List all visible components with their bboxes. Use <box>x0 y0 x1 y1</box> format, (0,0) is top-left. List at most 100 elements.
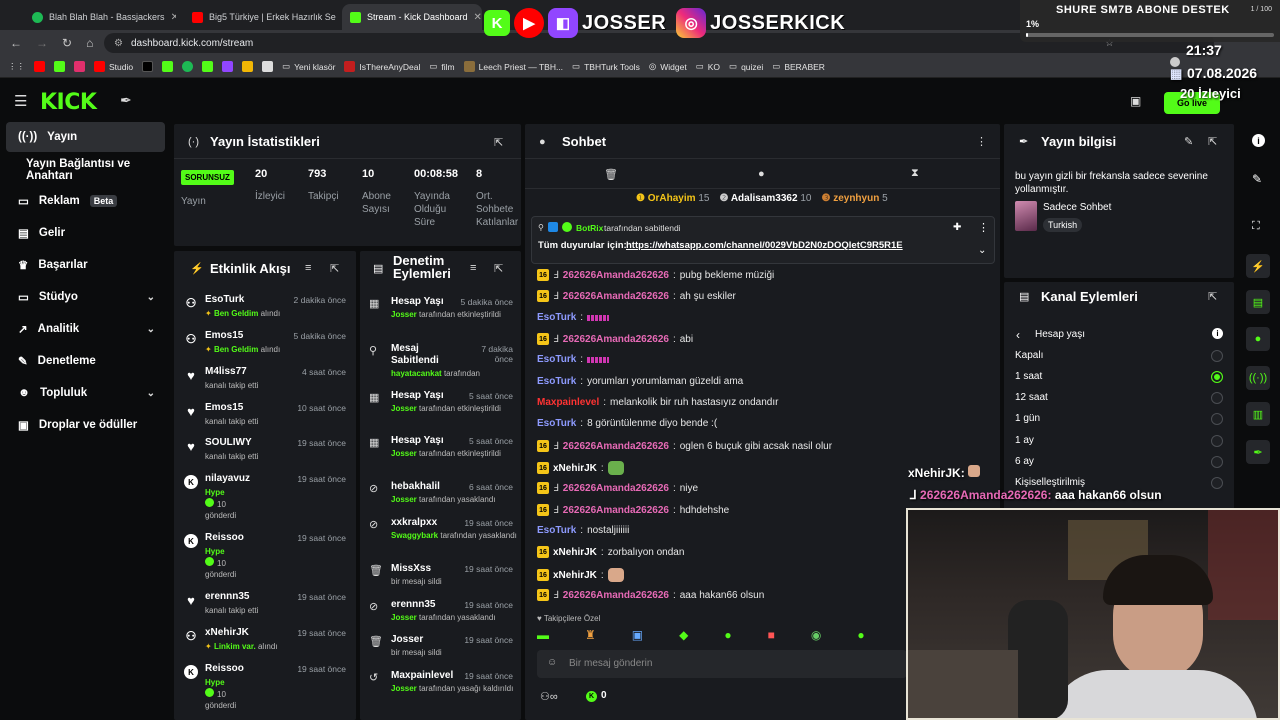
mod-row[interactable]: ⊘ erennn35 19 saat önce Josser tarafından y… <box>365 599 519 639</box>
emote-icon[interactable]: ● <box>724 628 731 644</box>
youtube-icon[interactable] <box>34 61 45 72</box>
sidebar-item-stream-key[interactable]: Yayın Bağlantısı ve Anahtarı <box>6 155 165 185</box>
mod-actor[interactable]: Swaggybark <box>391 531 438 540</box>
top-gifter[interactable]: ❶ OrAhayim 15 <box>636 193 709 204</box>
feed-username[interactable]: Reissoo <box>205 663 244 674</box>
mod-row[interactable]: 🗑 MissXss 19 saat önce bir mesajı sildi <box>365 563 519 603</box>
chat-message[interactable]: EsoTurk:8 görüntülenme diyo bende :( <box>537 418 717 429</box>
mod-target[interactable]: xxkralpxx <box>391 517 437 529</box>
chat-username[interactable]: 262626Amanda262626 <box>563 270 669 281</box>
sidebar-item-analitik[interactable]: ↗ Analitik ⌄ <box>6 314 165 344</box>
bookmark-beraber[interactable]: ▭ BERABER <box>772 61 825 72</box>
camera-icon[interactable]: ▣ <box>1130 94 1141 108</box>
rail-lightning-button[interactable]: ⚡ <box>1246 254 1270 278</box>
radio-button[interactable] <box>1211 350 1223 362</box>
feed-row[interactable]: ⚇ Emos15 5 dakika önce ✦ Ben Geldim alındı <box>180 330 352 364</box>
emote-icon[interactable]: ■ <box>768 628 775 644</box>
mod-actor[interactable]: Josser <box>391 495 417 504</box>
mod-row[interactable]: ⊘ hebakhalil 6 saat önce Josser tarafından … <box>365 481 519 521</box>
filter-icon[interactable]: ≡ <box>305 262 311 274</box>
popout-icon[interactable]: ⇱ <box>1208 290 1217 303</box>
close-icon[interactable]: ✕ <box>171 12 176 23</box>
feed-username[interactable]: Emos15 <box>205 402 243 413</box>
edit-icon[interactable]: ✎ <box>1184 135 1193 148</box>
mod-row[interactable]: ⊘ xxkralpxx 19 saat önce Swaggybark tarafın… <box>365 517 519 557</box>
top-gifter[interactable]: ❷ Adalisam3362 10 <box>719 193 811 204</box>
category-name[interactable]: Sadece Sohbet <box>1043 202 1111 213</box>
chat-message[interactable]: EsoTurk: nostaljiiiiii <box>537 525 629 536</box>
chat-username[interactable]: 262626Amanda262626 <box>563 291 669 302</box>
chat-message[interactable]: EsoTurk: yorumları yorumlaman güzeldi ama <box>537 376 743 387</box>
kick-icon[interactable] <box>54 61 65 72</box>
feed-row[interactable]: K Reissoo 19 saat önce Hype 10 gönderdi <box>180 532 352 579</box>
mod-target[interactable]: hebakhalil <box>391 481 440 493</box>
pinned-link[interactable]: https://whatsapp.com/channel/0029VbD2N0z… <box>626 240 903 251</box>
back-icon[interactable]: ← <box>10 36 22 50</box>
chat-message[interactable]: Maxpainlevel: melankolik bir ruh hastasıy… <box>537 397 778 408</box>
radio-button[interactable] <box>1211 413 1223 425</box>
more-icon[interactable]: ⋮ <box>976 135 987 148</box>
feed-row[interactable]: ♥ SOULIWY 19 saat önce kanalı takip etti <box>180 437 352 471</box>
feed-row[interactable]: ⚇ xNehirJK 19 saat önce ✦ Linkim var. alınd… <box>180 627 352 661</box>
reload-icon[interactable]: ↻ <box>62 36 72 50</box>
pinned-message[interactable]: ⚲ BotRix tarafından sabitlendi ✚ ⋮ Tüm d… <box>531 216 995 264</box>
hourglass-icon[interactable]: ⧗ <box>911 167 919 180</box>
chat-message[interactable]: 16 Ⅎ 262626Amanda262626: abi <box>537 333 693 345</box>
chat-username[interactable]: EsoTurk <box>537 354 576 365</box>
mod-actor[interactable]: Josser <box>391 613 417 622</box>
kick-logo[interactable]: KICK <box>40 90 97 115</box>
extension-icon[interactable] <box>262 61 274 72</box>
option-label[interactable]: 12 saat <box>1015 392 1048 403</box>
feed-row[interactable]: ♥ M4liss77 4 saat önce kanalı takip etti <box>180 366 352 400</box>
chat-username[interactable]: 262626Amanda262626 <box>563 590 669 601</box>
feed-username[interactable]: erennn35 <box>205 591 249 602</box>
users-infinity-icon[interactable]: ⚇∞ <box>540 690 558 703</box>
chat-message[interactable]: 16 xNehirJK: <box>537 568 624 582</box>
twitch-icon[interactable] <box>222 61 234 72</box>
mod-actor[interactable]: Josser <box>391 684 417 693</box>
kick-icon[interactable] <box>202 61 214 72</box>
rail-channel-button[interactable]: ▥ <box>1246 402 1270 426</box>
feed-username[interactable]: Emos15 <box>205 330 243 341</box>
chat-message[interactable]: 16 xNehirJK: zorbalıyon ondan <box>537 546 684 558</box>
browser-tab-2[interactable]: Big5 Türkiye | Erkek Hazırlık Se✕ <box>184 4 340 30</box>
chat-message[interactable]: 16 Ⅎ 262626Amanda262626: aaa hakan66 olsun <box>537 589 764 601</box>
info-icon[interactable]: i <box>1212 328 1223 339</box>
bookmark-ko[interactable]: ▭ KO <box>696 61 720 72</box>
mod-actor[interactable]: Josser <box>391 310 417 319</box>
radio-button[interactable] <box>1211 477 1223 489</box>
close-icon[interactable]: ✕ <box>474 12 482 23</box>
forward-icon[interactable]: → <box>36 36 48 50</box>
sidebar-item-topluluk[interactable]: ☻ Topluluk ⌄ <box>6 378 165 408</box>
sidebar-item-droplar[interactable]: ▣ Droplar ve ödüller <box>6 410 165 440</box>
browser-tab-3[interactable]: Stream - Kick Dashboard ✕ <box>342 4 482 30</box>
emoji-icon[interactable]: ☺ <box>547 657 557 668</box>
chat-username[interactable]: 262626Amanda262626 <box>563 334 669 345</box>
chat-icon[interactable]: ● <box>758 168 765 180</box>
chat-username[interactable]: EsoTurk <box>537 418 576 429</box>
feed-row[interactable]: ♥ erennn35 19 saat önce kanalı takip etti <box>180 591 352 625</box>
chat-message[interactable]: 16 xNehirJK: <box>537 461 624 475</box>
chat-message[interactable]: EsoTurk: <box>537 354 610 365</box>
chat-message[interactable]: EsoTurk: <box>537 312 610 323</box>
mod-row[interactable]: ▦ Hesap Yaşı 5 dakika önce Josser tarafında… <box>365 296 519 336</box>
feed-username[interactable]: xNehirJK <box>205 627 249 638</box>
wrench-icon[interactable]: ✒ <box>120 92 132 109</box>
mod-target[interactable]: Maxpainlevel <box>391 670 453 682</box>
radio-button[interactable] <box>1211 456 1223 468</box>
mod-target[interactable]: Mesaj Sabitlendi <box>391 343 451 367</box>
feed-username[interactable]: EsoTurk <box>205 294 244 305</box>
emote-icon[interactable]: ◉ <box>811 628 821 644</box>
chat-message[interactable]: 16 Ⅎ 262626Amanda262626: ah şu eskiler <box>537 290 736 302</box>
option-label[interactable]: 1 gün <box>1015 413 1040 424</box>
chat-username[interactable]: EsoTurk <box>537 312 576 323</box>
mod-target[interactable]: Hesap Yaşı <box>391 296 444 308</box>
top-gifter[interactable]: ❸ zeynhyun 5 <box>821 193 887 204</box>
instagram-icon[interactable] <box>74 61 85 72</box>
bookmark-widget[interactable]: ◎ Widget <box>649 61 687 72</box>
language-tag[interactable]: Turkish <box>1043 218 1083 232</box>
mod-target[interactable]: MissXss <box>391 563 431 575</box>
feed-username[interactable]: SOULIWY <box>205 437 252 448</box>
spotify-icon[interactable] <box>182 61 194 72</box>
sidebar-item-reklam[interactable]: ▭ Reklam Beta <box>6 186 165 216</box>
